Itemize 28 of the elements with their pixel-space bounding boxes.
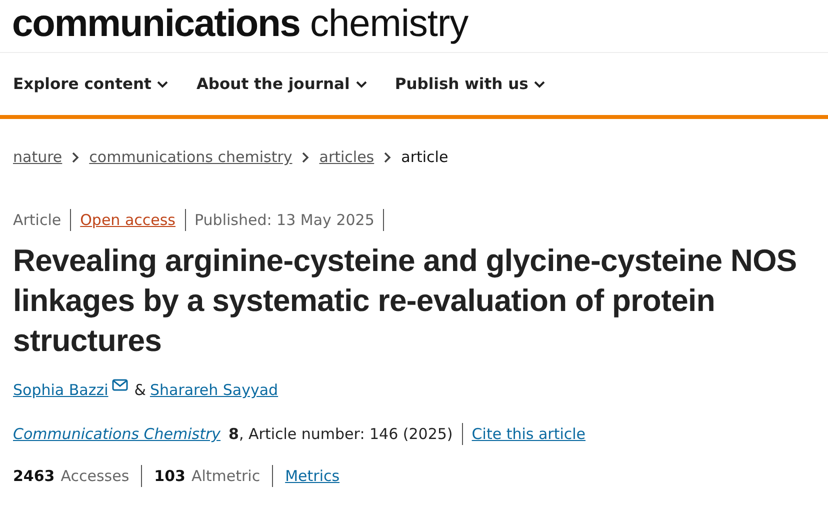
chevron-icon (72, 152, 80, 162)
article-meta: Article (13, 211, 62, 229)
article-title: Revealing arginine-cysteine and glycine-cysteine NOS linkages by a systematic re-evaluation of protein structures (12, 242, 798, 360)
nav-menu-item[interactable]: Publish with us (394, 75, 546, 93)
caret-icon (157, 80, 168, 88)
metric-count: 2463 Accesses (13, 467, 130, 485)
site-logo[interactable]: communications chemistry (0, 0, 828, 53)
breadcrumb-current: article (401, 148, 448, 166)
author-link[interactable]: Sophia Bazzi (13, 381, 108, 399)
breadcrumb-link[interactable]: articles (319, 148, 374, 166)
open-access-link[interactable]: Open access (80, 211, 176, 229)
metric-count: 103 Altmetric (154, 467, 260, 485)
chevron-icon (302, 152, 310, 162)
article-meta: Published: 13 May 2025 (194, 211, 374, 229)
citation-text: 8, Article number: 146 (2025) (228, 425, 453, 443)
cite-link[interactable]: Cite this article (472, 425, 586, 443)
nav-menu-item[interactable]: About the journal (196, 75, 367, 93)
breadcrumb-link[interactable]: nature (13, 148, 62, 166)
caret-icon (534, 80, 546, 88)
author-link[interactable]: Sharareh Sayyad (150, 381, 278, 399)
author-separator: & (134, 381, 146, 399)
chevron-icon (384, 152, 392, 162)
caret-icon (356, 80, 367, 88)
journal-link[interactable]: Communications Chemistry (13, 425, 221, 443)
mail-icon[interactable] (112, 379, 128, 391)
nav-menu-item[interactable]: Explore content (13, 75, 168, 93)
metrics-link[interactable]: Metrics (285, 467, 340, 485)
breadcrumb-link[interactable]: communications chemistry (89, 148, 292, 166)
